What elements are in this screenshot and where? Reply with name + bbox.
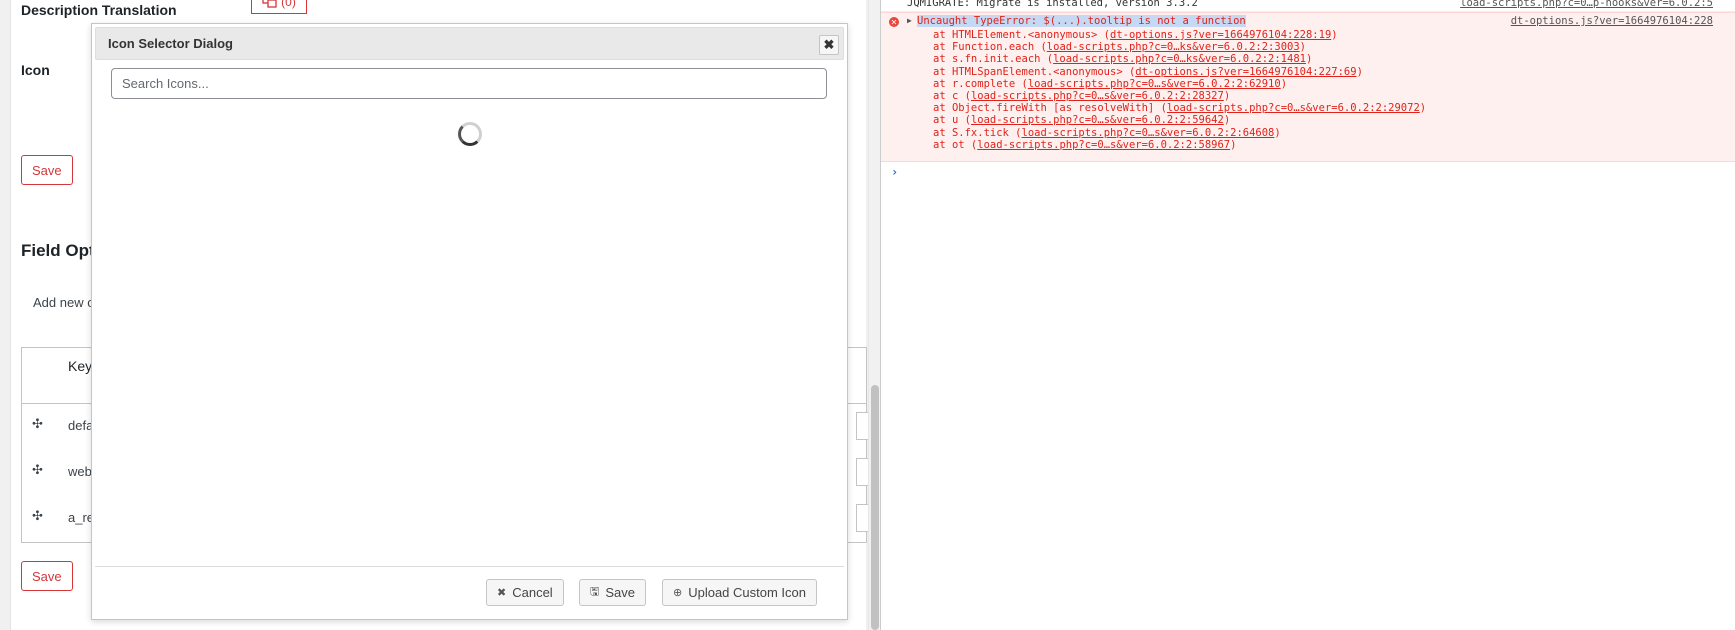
devtools-console: JQMIGRATE: Migrate is installed, version… (880, 0, 1735, 630)
console-source-link[interactable]: load-scripts.php?c=0…p-hooks&ver=6.0.2:5 (1460, 0, 1713, 9)
stack-frame-function: at S.fx.tick ( (933, 126, 1022, 139)
stack-frame-link[interactable]: load-scripts.php?c=0…s&ver=6.0.2:2:29072 (1167, 102, 1420, 114)
drag-handle-icon[interactable]: ✣ (32, 416, 43, 432)
field-options-title: Field Opt (21, 241, 95, 260)
stack-frame-end: ) (1280, 77, 1288, 90)
translation-button[interactable]: (0) (251, 0, 307, 14)
console-message: JQMIGRATE: Migrate is installed, version… (907, 0, 1198, 9)
stack-frame-end: ) (1331, 29, 1338, 41)
upload-custom-icon-button[interactable]: ⊕ Upload Custom Icon (662, 579, 817, 606)
stack-frame-function: at Function.each ( (933, 41, 1047, 54)
error-source-link[interactable]: dt-options.js?ver=1664976104:228 (1511, 15, 1713, 27)
stack-frame-end: ) (1299, 41, 1306, 54)
loading-spinner-icon (458, 122, 482, 146)
stack-frame-link[interactable]: load-scripts.php?c=0…s&ver=6.0.2:2:28327 (971, 90, 1224, 102)
page-scrollbar[interactable] (868, 0, 880, 630)
console-info-line: JQMIGRATE: Migrate is installed, version… (881, 0, 1735, 12)
disk-icon: 🖫 (590, 586, 600, 598)
stack-frame: at r.complete (load-scripts.php?c=0…s&ve… (933, 78, 1287, 90)
translation-count: (0) (281, 0, 296, 9)
cancel-label: Cancel (512, 585, 553, 600)
stack-frame-function: at ot ( (933, 138, 978, 151)
stack-frame-link[interactable]: load-scripts.php?c=0…s&ver=6.0.2:2:58967 (977, 139, 1230, 151)
scrollbar-thumb[interactable] (871, 385, 879, 630)
stack-frame-link[interactable]: load-scripts.php?c=0…ks&ver=6.0.2:2:3003 (1047, 41, 1300, 53)
stack-frame-end: ) (1230, 138, 1237, 151)
stack-frame-link[interactable]: dt-options.js?ver=1664976104:228:19 (1110, 29, 1331, 41)
save-button-top[interactable]: Save (21, 155, 73, 185)
error-icon: ✕ (889, 17, 899, 27)
stack-frame-end: ) (1223, 114, 1231, 127)
icon-label: Icon (21, 62, 50, 78)
stack-frame-end: ) (1419, 102, 1427, 115)
close-icon: ✖ (497, 587, 507, 599)
stack-frame-function: at s.fn.init.each ( (933, 53, 1054, 66)
stack-frame-end: ) (1305, 53, 1313, 66)
stack-frame-end: ) (1274, 126, 1281, 139)
stack-frame: at u (load-scripts.php?c=0…s&ver=6.0.2:2… (933, 114, 1230, 126)
stack-frame: at HTMLSpanElement.<anonymous> (dt-optio… (933, 66, 1363, 78)
icon-selector-dialog: Icon Selector Dialog ✖ ✖ Cancel 🖫 Save ⊕… (91, 23, 848, 620)
dialog-titlebar[interactable]: Icon Selector Dialog ✖ (95, 27, 844, 60)
stack-frame: at s.fn.init.each (load-scripts.php?c=0…… (933, 53, 1312, 65)
translate-icon (262, 0, 277, 8)
console-error-entry: ✕ ▶ Uncaught TypeError: $(...).tooltip i… (881, 12, 1735, 162)
stack-frame-function: at c ( (933, 90, 971, 102)
close-icon[interactable]: ✖ (819, 35, 839, 55)
search-icons-input[interactable] (111, 68, 827, 99)
row-key: web (68, 464, 92, 479)
cancel-button[interactable]: ✖ Cancel (486, 579, 564, 606)
stack-frame: at c (load-scripts.php?c=0…s&ver=6.0.2:2… (933, 90, 1230, 102)
upload-icon: ⊕ (673, 587, 683, 599)
drag-handle-icon[interactable]: ✣ (32, 508, 43, 524)
stack-frame-function: at HTMLSpanElement.<anonymous> ( (933, 65, 1136, 78)
stack-frame-link[interactable]: load-scripts.php?c=0…s&ver=6.0.2:2:59642 (971, 114, 1224, 126)
save-button[interactable]: 🖫 Save (579, 579, 647, 606)
stack-frame: at HTMLElement.<anonymous> (dt-options.j… (933, 29, 1338, 41)
stack-frame-link[interactable]: load-scripts.php?c=0…s&ver=6.0.2:2:64608 (1022, 127, 1275, 139)
stack-frame: at Function.each (load-scripts.php?c=0…k… (933, 41, 1306, 53)
stack-frame-function: at HTMLElement.<anonymous> ( (933, 29, 1111, 41)
stack-frame: at S.fx.tick (load-scripts.php?c=0…s&ver… (933, 127, 1281, 139)
stack-frame-end: ) (1223, 90, 1231, 102)
stack-frame-link[interactable]: load-scripts.php?c=0…ks&ver=6.0.2:2:1481 (1053, 53, 1306, 65)
dialog-footer-divider (95, 566, 844, 567)
stack-frame-function: at Object.fireWith [as resolveWith] ( (933, 102, 1167, 115)
save-button-bottom[interactable]: Save (21, 561, 73, 591)
dialog-title: Icon Selector Dialog (108, 36, 233, 51)
column-key-header: Key (68, 358, 93, 374)
stack-frame-function: at r.complete ( (933, 77, 1028, 90)
expand-triangle-icon[interactable]: ▶ (907, 16, 912, 25)
stack-frame-link[interactable]: dt-options.js?ver=1664976104:227:69 (1135, 66, 1356, 78)
console-prompt-icon[interactable]: › (891, 165, 898, 179)
row-key: defa (68, 418, 94, 433)
upload-label: Upload Custom Icon (688, 585, 806, 600)
stack-frame: at ot (load-scripts.php?c=0…s&ver=6.0.2:… (933, 139, 1236, 151)
stack-frame: at Object.fireWith [as resolveWith] (loa… (933, 102, 1426, 114)
admin-page: Description Translation (0) Icon Save Fi… (0, 0, 880, 630)
stack-frame-end: ) (1356, 65, 1363, 78)
save-label: Save (605, 585, 636, 600)
stack-frame-link[interactable]: load-scripts.php?c=0…s&ver=6.0.2:2:62910 (1028, 78, 1281, 90)
drag-handle-icon[interactable]: ✣ (32, 462, 43, 478)
description-translation-label: Description Translation (21, 2, 177, 18)
error-title[interactable]: Uncaught TypeError: $(...).tooltip is no… (917, 15, 1246, 27)
add-new-text: Add new o (33, 295, 95, 310)
stack-frame-function: at u ( (933, 114, 971, 127)
